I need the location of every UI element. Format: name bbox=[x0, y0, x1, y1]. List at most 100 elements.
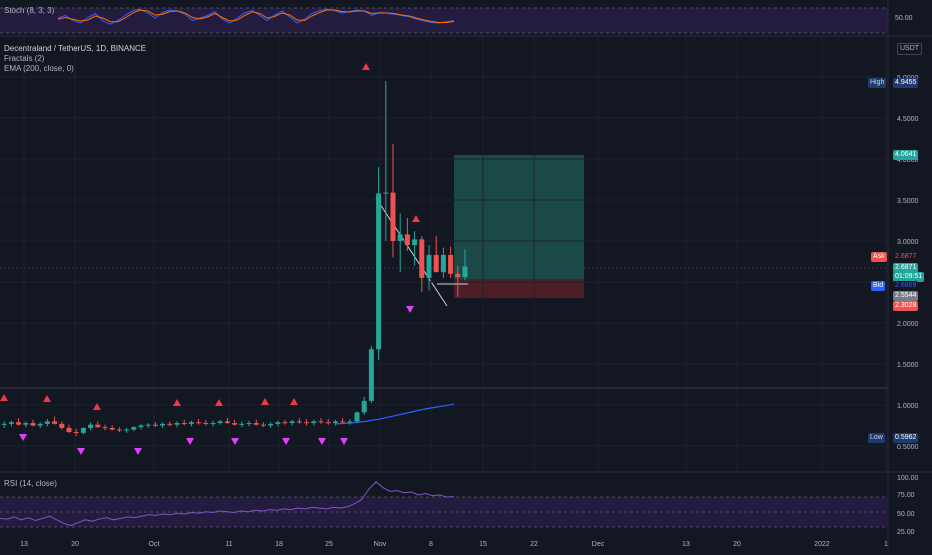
candle-body bbox=[30, 423, 36, 426]
candle-body bbox=[340, 421, 346, 423]
candle-body bbox=[210, 423, 216, 425]
entry-price-tag: 2.5544 bbox=[893, 291, 919, 301]
low-label: Low bbox=[868, 433, 885, 443]
candle-body bbox=[80, 427, 86, 433]
candle-body bbox=[37, 423, 43, 426]
stoch-axis-tick: 50.00 bbox=[895, 15, 913, 22]
candle-body bbox=[160, 423, 166, 426]
candle-body bbox=[433, 254, 439, 273]
candle-body bbox=[224, 421, 230, 424]
candle-body bbox=[102, 427, 108, 429]
x-axis-label: Nov bbox=[374, 541, 387, 548]
candle-body bbox=[325, 422, 331, 424]
low-value: 0.5962 bbox=[893, 433, 919, 443]
chart-canvas[interactable]: 5.00004.50004.00003.50003.00002.50002.00… bbox=[0, 0, 932, 550]
candle-body bbox=[404, 234, 410, 246]
candle-body bbox=[376, 193, 382, 350]
trading-chart[interactable]: 5.00004.50004.00003.50003.00002.50002.00… bbox=[0, 0, 932, 550]
currency-button[interactable]: USDT bbox=[897, 43, 923, 55]
candle-body bbox=[23, 423, 29, 425]
candle-body bbox=[246, 423, 252, 425]
rsi-axis-label: 50.00 bbox=[897, 511, 915, 518]
bid-value: 2.6869 bbox=[893, 281, 919, 291]
y-axis-label: 1.0000 bbox=[897, 403, 919, 410]
candle-body bbox=[260, 424, 266, 426]
candle-body bbox=[145, 424, 151, 426]
candle-body bbox=[174, 423, 180, 425]
candle-body bbox=[426, 254, 432, 278]
candle-body bbox=[16, 422, 22, 425]
candle-body bbox=[203, 423, 209, 425]
candle-body bbox=[8, 422, 14, 424]
candle-body bbox=[462, 266, 468, 278]
candle-body bbox=[196, 422, 202, 424]
y-axis-label: 3.0000 bbox=[897, 239, 919, 246]
x-axis-label: 18 bbox=[275, 541, 283, 548]
candle-body bbox=[296, 421, 302, 423]
x-axis-label: 13 bbox=[20, 541, 28, 548]
candle-body bbox=[131, 427, 137, 430]
rsi-axis-label: 100.00 bbox=[897, 475, 919, 482]
candle-body bbox=[440, 254, 446, 273]
candle-body bbox=[95, 424, 101, 428]
rsi-axis-label: 25.00 bbox=[897, 529, 915, 536]
stoch-legend[interactable]: Stoch (8, 3, 3) bbox=[4, 6, 54, 16]
stoch-band bbox=[0, 8, 888, 33]
candle-body bbox=[318, 421, 324, 423]
x-axis-label: 22 bbox=[530, 541, 538, 548]
candle-body bbox=[455, 273, 461, 278]
high-value: 4.9455 bbox=[893, 78, 919, 88]
x-axis-label: 15 bbox=[479, 541, 487, 548]
x-axis-label: 11 bbox=[225, 541, 232, 548]
stop-price-tag: 2.3028 bbox=[893, 301, 919, 311]
bid-label: Bid bbox=[871, 281, 886, 291]
candle-body bbox=[412, 239, 418, 246]
x-axis-label: 20 bbox=[71, 541, 79, 548]
candle-body bbox=[289, 421, 295, 424]
ema-legend[interactable]: EMA (200, close, 0) bbox=[4, 64, 74, 74]
candle-body bbox=[44, 421, 50, 424]
candle-body bbox=[232, 423, 238, 425]
candle-body bbox=[181, 423, 187, 425]
ask-label: Ask bbox=[871, 252, 887, 262]
rsi-legend[interactable]: RSI (14, close) bbox=[4, 479, 57, 489]
symbol-legend[interactable]: Decentraland / TetherUS, 1D, BINANCE bbox=[4, 44, 146, 54]
candle-body bbox=[253, 423, 259, 425]
candle-body bbox=[124, 429, 130, 431]
y-axis-label: 0.5000 bbox=[897, 444, 919, 451]
high-label: High bbox=[868, 78, 887, 88]
x-axis-label: 1 bbox=[884, 541, 888, 548]
candle-body bbox=[66, 427, 72, 433]
candle-body bbox=[52, 421, 58, 424]
candle-body bbox=[116, 429, 122, 431]
target-zone[interactable] bbox=[454, 155, 584, 279]
x-axis-label: 13 bbox=[682, 541, 690, 548]
candle-body bbox=[332, 421, 338, 424]
candle-body bbox=[167, 423, 173, 425]
x-axis-label: Dec bbox=[592, 541, 605, 548]
y-axis-label: 4.5000 bbox=[897, 116, 919, 123]
candle-body bbox=[282, 422, 288, 424]
target-price-tag: 4.0641 bbox=[893, 150, 919, 160]
y-axis-label: 2.0000 bbox=[897, 321, 919, 328]
candle-body bbox=[397, 234, 403, 241]
candle-body bbox=[268, 423, 274, 426]
candle-body bbox=[311, 421, 317, 424]
candle-body bbox=[383, 192, 389, 194]
rsi-axis-label: 75.00 bbox=[897, 492, 915, 499]
candle-body bbox=[1, 423, 7, 425]
candle-body bbox=[390, 192, 396, 241]
x-axis-label: 20 bbox=[733, 541, 741, 548]
candle-body bbox=[239, 423, 245, 425]
y-axis-label: 1.5000 bbox=[897, 362, 919, 369]
candle-body bbox=[138, 425, 144, 428]
fractals-legend[interactable]: Fractals (2) bbox=[4, 54, 44, 64]
x-axis-label: Oct bbox=[149, 541, 160, 548]
candle-body bbox=[368, 349, 374, 401]
candle-body bbox=[109, 427, 115, 430]
candle-body bbox=[59, 423, 65, 428]
candle-body bbox=[275, 422, 281, 424]
candle-body bbox=[73, 432, 79, 434]
candle-body bbox=[152, 424, 158, 426]
ask-value: 2.6877 bbox=[893, 252, 919, 262]
